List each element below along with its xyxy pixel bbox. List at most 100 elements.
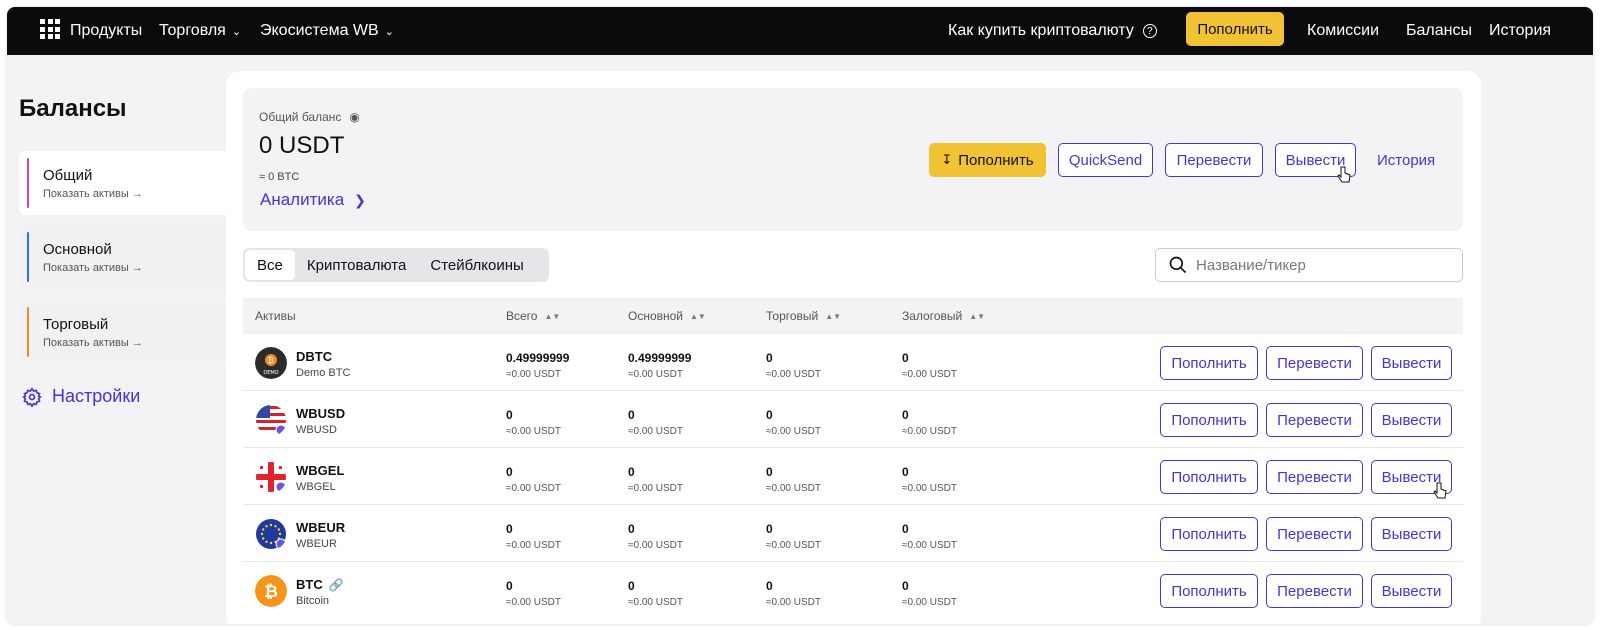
link-icon[interactable]: 🔗 bbox=[329, 578, 344, 592]
asset-name: Demo BTC bbox=[296, 367, 351, 379]
asset-name: WBEUR bbox=[296, 538, 337, 550]
row-deposit-button[interactable]: Пополнить bbox=[1160, 346, 1258, 380]
grid-icon[interactable] bbox=[40, 19, 60, 39]
cell-total: 0 ≈0.00 USDT bbox=[506, 579, 561, 608]
row-withdraw-button[interactable]: Вывести bbox=[1371, 346, 1452, 380]
analytics-link[interactable]: Аналитика ❯ bbox=[260, 190, 366, 210]
value: 0 bbox=[766, 351, 773, 365]
eye-icon[interactable]: ◉ bbox=[349, 110, 359, 124]
demo-badge-text: DEMO bbox=[263, 370, 278, 376]
usdt-value: ≈0.00 USDT bbox=[766, 369, 821, 380]
value: 0 bbox=[766, 522, 773, 536]
question-icon: ? bbox=[1142, 24, 1157, 38]
value: 0 bbox=[902, 465, 909, 479]
download-icon: ↧ bbox=[941, 152, 953, 167]
sidebar-item-label: Основной bbox=[43, 241, 112, 258]
usdt-value: ≈0.00 USDT bbox=[506, 426, 561, 437]
usdt-value: ≈0.00 USDT bbox=[902, 483, 957, 494]
row-deposit-button[interactable]: Пополнить bbox=[1160, 403, 1258, 437]
value: 0 bbox=[902, 408, 909, 422]
search-icon bbox=[1169, 256, 1187, 274]
svg-text:₿: ₿ bbox=[264, 582, 278, 602]
usdt-value: ≈0.00 USDT bbox=[628, 369, 683, 380]
row-transfer-button[interactable]: Перевести bbox=[1266, 403, 1363, 437]
row-transfer-button[interactable]: Перевести bbox=[1266, 346, 1363, 380]
value: 0 bbox=[766, 408, 773, 422]
header-main[interactable]: Основной ▲▼ bbox=[628, 309, 706, 323]
header-total[interactable]: Всего ▲▼ bbox=[506, 309, 560, 323]
cell-main: 0.49999999 ≈0.00 USDT bbox=[628, 351, 691, 380]
row-deposit-button[interactable]: Пополнить bbox=[1160, 460, 1258, 494]
row-transfer-button[interactable]: Перевести bbox=[1266, 460, 1363, 494]
nav-ecosystem[interactable]: Экосистема WB ⌄ bbox=[260, 7, 394, 55]
cell-main: 0 ≈0.00 USDT bbox=[628, 408, 683, 437]
value: 0 bbox=[902, 522, 909, 536]
value: 0 bbox=[628, 522, 635, 536]
cell-trading: 0 ≈0.00 USDT bbox=[766, 408, 821, 437]
usdt-value: ≈0.00 USDT bbox=[902, 540, 957, 551]
row-withdraw-button[interactable]: Вывести bbox=[1371, 403, 1452, 437]
usdt-value: ≈0.00 USDT bbox=[506, 483, 561, 494]
value: 0 bbox=[506, 465, 513, 479]
history-link[interactable]: История bbox=[1377, 152, 1435, 169]
asset-tabs: Все Криптовалюта Стейблкоины bbox=[243, 248, 549, 282]
asset-ticker: BTC 🔗 bbox=[296, 577, 344, 592]
main-panel: Общий баланс ◉ 0 USDT ≈ 0 BTC Аналитика … bbox=[226, 71, 1481, 624]
cell-collateral: 0 ≈0.00 USDT bbox=[902, 522, 957, 551]
tab-crypto[interactable]: Криптовалюта bbox=[295, 250, 419, 280]
cell-collateral: 0 ≈0.00 USDT bbox=[902, 465, 957, 494]
accent-bar bbox=[27, 307, 29, 357]
accent-bar bbox=[27, 232, 29, 282]
cell-main: 0 ≈0.00 USDT bbox=[628, 522, 683, 551]
settings-link[interactable]: Настройки bbox=[22, 386, 140, 407]
usdt-value: ≈0.00 USDT bbox=[766, 540, 821, 551]
deposit-button[interactable]: ↧ Пополнить bbox=[929, 143, 1046, 177]
row-transfer-button[interactable]: Перевести bbox=[1266, 517, 1363, 551]
nav-trading[interactable]: Торговля ⌄ bbox=[159, 7, 241, 55]
deposit-label: Пополнить bbox=[958, 151, 1034, 169]
header-collateral[interactable]: Залоговый ▲▼ bbox=[902, 309, 985, 323]
nav-fees[interactable]: Комиссии bbox=[1307, 7, 1379, 55]
header-trading-label: Торговый bbox=[766, 309, 819, 323]
nav-balances[interactable]: Балансы bbox=[1406, 7, 1472, 55]
value: 0 bbox=[506, 408, 513, 422]
row-transfer-button[interactable]: Перевести bbox=[1266, 574, 1363, 608]
usdt-value: ≈0.00 USDT bbox=[902, 426, 957, 437]
search-input[interactable]: Название/тикер bbox=[1155, 248, 1463, 282]
nav-history[interactable]: История bbox=[1489, 7, 1551, 55]
nav-ecosystem-label: Экосистема WB bbox=[260, 22, 379, 39]
sidebar-item-sub: Показать активы → bbox=[43, 337, 143, 349]
sort-icon: ▲▼ bbox=[825, 311, 842, 321]
usdt-value: ≈0.00 USDT bbox=[766, 597, 821, 608]
sort-icon: ▲▼ bbox=[690, 311, 706, 321]
sidebar-item-trading[interactable]: Торговый Показать активы → bbox=[19, 300, 229, 364]
sidebar-item-main[interactable]: Основной Показать активы → bbox=[19, 225, 229, 289]
nav-deposit-button[interactable]: Пополнить bbox=[1186, 12, 1284, 46]
sidebar-item-general[interactable]: Общий Показать активы → bbox=[19, 151, 229, 215]
table-row: WBGEL WBGEL 0 ≈0.00 USDT 0 ≈0.00 USDT 0 ≈0.… bbox=[243, 448, 1463, 505]
transfer-button[interactable]: Перевести bbox=[1165, 143, 1263, 177]
balance-label: Общий баланс ◉ bbox=[259, 110, 360, 124]
usdt-value: ≈0.00 USDT bbox=[766, 426, 821, 437]
cell-total: 0.49999999 ≈0.00 USDT bbox=[506, 351, 569, 380]
table-header: Активы Всего ▲▼ Основной ▲▼ Торговый ▲▼ Зал… bbox=[243, 298, 1463, 334]
quicksend-button[interactable]: QuickSend bbox=[1058, 143, 1153, 177]
usdt-value: ≈0.00 USDT bbox=[902, 597, 957, 608]
tab-stablecoins[interactable]: Стейблкоины bbox=[418, 250, 535, 280]
cell-main: 0 ≈0.00 USDT bbox=[628, 579, 683, 608]
nav-trading-label: Торговля bbox=[159, 22, 226, 39]
asset-name: Bitcoin bbox=[296, 595, 330, 607]
nav-products[interactable]: Продукты bbox=[70, 7, 142, 55]
row-deposit-button[interactable]: Пополнить bbox=[1160, 517, 1258, 551]
tab-all[interactable]: Все bbox=[245, 250, 295, 280]
nav-how-to-buy[interactable]: Как купить криптовалюту ? bbox=[948, 7, 1157, 55]
row-withdraw-button[interactable]: Вывести bbox=[1371, 574, 1452, 608]
table-row: WBUSD WBUSD 0 ≈0.00 USDT 0 ≈0.00 USDT 0 ≈0.… bbox=[243, 391, 1463, 448]
row-withdraw-button[interactable]: Вывести bbox=[1371, 517, 1452, 551]
row-deposit-button[interactable]: Пополнить bbox=[1160, 574, 1258, 608]
value: 0 bbox=[766, 579, 773, 593]
value: 0 bbox=[766, 465, 773, 479]
header-trading[interactable]: Торговый ▲▼ bbox=[766, 309, 841, 323]
value: 0 bbox=[628, 408, 635, 422]
top-nav: Продукты Торговля ⌄ Экосистема WB ⌄ Как … bbox=[7, 7, 1593, 55]
